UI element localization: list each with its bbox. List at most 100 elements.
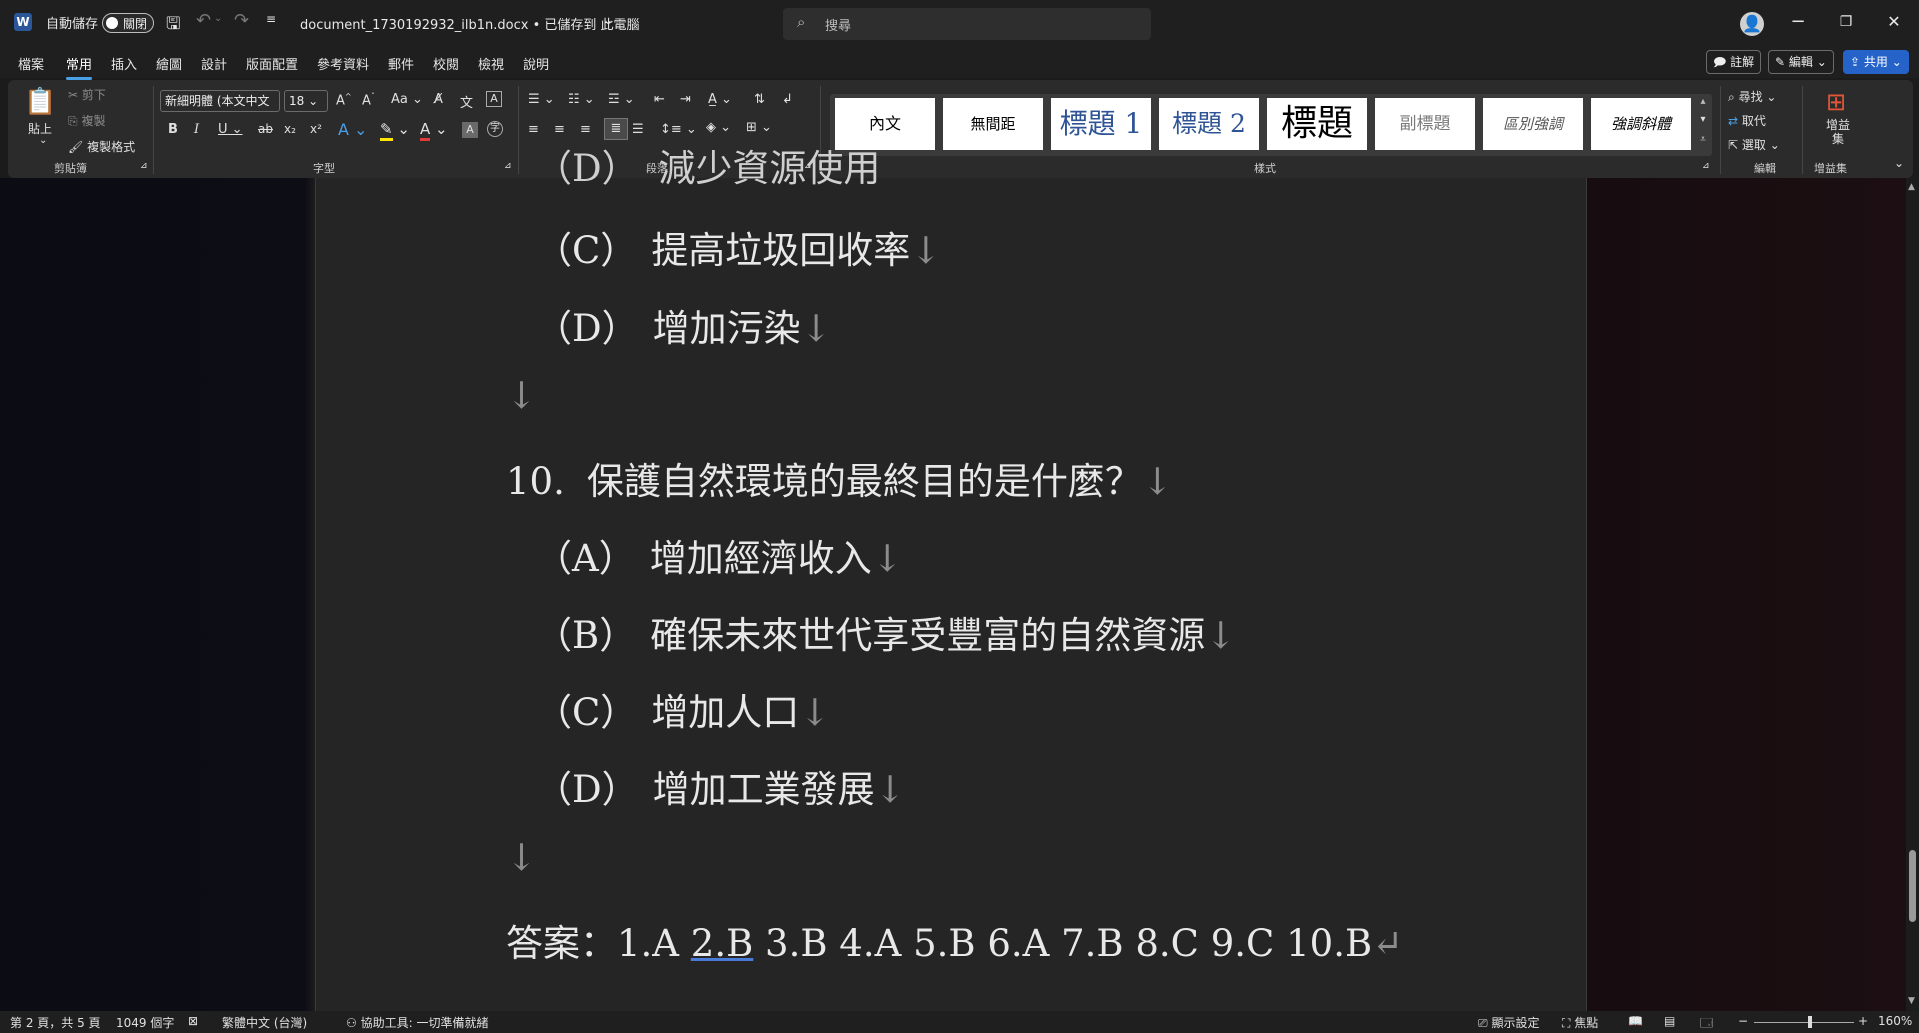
collapse-ribbon-icon[interactable]: ⌄ bbox=[1894, 156, 1904, 170]
redo-icon[interactable]: ↷ bbox=[234, 10, 249, 31]
character-shading-icon[interactable]: A bbox=[462, 122, 478, 138]
style-heading-2[interactable]: 標題 2 bbox=[1159, 98, 1259, 150]
paste-dropdown-icon[interactable]: ⌄ bbox=[39, 135, 47, 146]
minimize-button[interactable]: − bbox=[1778, 8, 1818, 36]
vertical-scrollbar[interactable]: ▲ ▼ bbox=[1906, 178, 1919, 1011]
addins-button[interactable]: 增益集 bbox=[1826, 118, 1850, 146]
styles-scroll-down-icon[interactable]: ▾ bbox=[1696, 114, 1710, 125]
page-count[interactable]: 第 2 頁，共 5 頁 bbox=[10, 1014, 101, 1031]
character-border-icon[interactable]: A bbox=[486, 91, 502, 107]
borders-icon[interactable]: ⊞ ⌄ bbox=[746, 120, 772, 135]
text-effects-icon[interactable]: A ⌄ bbox=[338, 120, 367, 139]
accessibility-status[interactable]: ⚇ 協助工具: 一切準備就緒 bbox=[346, 1014, 488, 1031]
grow-font-icon[interactable]: A^ bbox=[336, 92, 352, 108]
asian-layout-icon[interactable]: A̲ ⌄ bbox=[708, 92, 732, 107]
highlight-icon[interactable]: ✎ ⌄ bbox=[380, 120, 410, 141]
align-left-icon[interactable]: ≡ bbox=[528, 122, 539, 137]
zoom-slider[interactable] bbox=[1754, 1022, 1854, 1023]
font-launcher-icon[interactable]: ⊿ bbox=[504, 161, 512, 171]
bullets-icon[interactable]: ☰ ⌄ bbox=[528, 92, 555, 107]
style-subtitle[interactable]: 副標題 bbox=[1375, 98, 1475, 150]
tab-references[interactable]: 參考資料 bbox=[317, 54, 369, 73]
style-heading-1[interactable]: 標題 1 bbox=[1051, 98, 1151, 150]
select-button[interactable]: ⇱ 選取 ⌄ bbox=[1728, 136, 1780, 153]
style-no-spacing[interactable]: 無間距 bbox=[943, 98, 1043, 150]
customize-toolbar-icon[interactable]: ≡ bbox=[266, 12, 276, 26]
tab-review[interactable]: 校閱 bbox=[433, 54, 459, 73]
distributed-icon[interactable]: ☰ bbox=[632, 122, 644, 137]
show-marks-icon[interactable]: ↲ bbox=[782, 92, 793, 107]
tab-view[interactable]: 檢視 bbox=[478, 54, 504, 73]
style-emphasis[interactable]: 強調斜體 bbox=[1591, 98, 1691, 150]
tab-help[interactable]: 說明 bbox=[523, 54, 549, 73]
superscript-icon[interactable]: x² bbox=[310, 122, 322, 136]
italic-icon[interactable]: I bbox=[194, 122, 199, 137]
tab-home[interactable]: 常用 bbox=[66, 54, 93, 80]
bold-icon[interactable]: B bbox=[168, 122, 178, 137]
spelling-flag[interactable]: 2.B bbox=[691, 922, 754, 965]
zoom-level[interactable]: 160% bbox=[1878, 1014, 1912, 1028]
replace-button[interactable]: ⇄ 取代 bbox=[1728, 112, 1766, 129]
proofing-icon[interactable]: ⊠ bbox=[188, 1014, 198, 1028]
close-button[interactable]: ✕ bbox=[1874, 8, 1914, 36]
focus-button[interactable]: ⛶ 焦點 bbox=[1562, 1014, 1598, 1031]
align-center-icon[interactable]: ≡ bbox=[554, 122, 565, 137]
numbering-icon[interactable]: ☷ ⌄ bbox=[568, 92, 595, 107]
tab-layout[interactable]: 版面配置 bbox=[246, 54, 298, 73]
justify-icon[interactable]: ≣ bbox=[604, 118, 628, 140]
format-painter-button[interactable]: 🖌 複製格式 bbox=[68, 138, 135, 155]
style-title[interactable]: 標題 bbox=[1267, 98, 1367, 150]
strikethrough-icon[interactable]: ab bbox=[258, 122, 273, 136]
change-case-icon[interactable]: Aa ⌄ bbox=[391, 92, 423, 107]
tab-insert[interactable]: 插入 bbox=[111, 54, 137, 73]
undo-icon[interactable]: ↶ bbox=[196, 10, 211, 31]
multilevel-list-icon[interactable]: ☲ ⌄ bbox=[608, 92, 635, 107]
editing-mode-button[interactable]: ✎ 編輯 ⌄ bbox=[1768, 50, 1834, 74]
zoom-out-button[interactable]: − bbox=[1738, 1014, 1748, 1028]
comments-button[interactable]: 🗩 註解 bbox=[1706, 50, 1762, 74]
language-indicator[interactable]: 繁體中文 (台灣) bbox=[222, 1014, 307, 1031]
print-layout-icon[interactable]: ▤ bbox=[1664, 1014, 1675, 1028]
line-spacing-icon[interactable]: ↕≡ ⌄ bbox=[660, 122, 697, 137]
tab-draw[interactable]: 繪圖 bbox=[156, 54, 182, 73]
restore-button[interactable]: ❐ bbox=[1826, 8, 1866, 36]
copy-button[interactable]: ⎘ 複製 bbox=[68, 112, 105, 129]
read-mode-icon[interactable]: 📖 bbox=[1628, 1014, 1643, 1028]
underline-icon[interactable]: U ⌄ bbox=[218, 122, 243, 137]
scroll-up-icon[interactable]: ▲ bbox=[1908, 182, 1915, 192]
autosave-toggle[interactable]: 關閉 bbox=[102, 13, 154, 33]
enclose-characters-icon[interactable]: 字 bbox=[487, 121, 503, 137]
increase-indent-icon[interactable]: ⇥ bbox=[680, 92, 691, 107]
phonetic-guide-icon[interactable]: 文 bbox=[460, 92, 473, 111]
word-count[interactable]: 1049 個字 bbox=[116, 1014, 174, 1031]
document-title[interactable]: document_1730192932_ilb1n.docx • 已儲存到 此電… bbox=[300, 14, 640, 33]
save-icon[interactable]: 🖫 bbox=[166, 11, 180, 40]
styles-scroll-up-icon[interactable]: ▴ bbox=[1696, 96, 1710, 107]
document-page[interactable]: （D） 減少資源使用 （C） 提高垃圾回收率↓ （D） 增加污染↓ ↓ 10. 保護自… bbox=[315, 147, 1587, 1011]
undo-dropdown-icon[interactable]: ⌄ bbox=[214, 13, 222, 24]
search-box[interactable]: ⌕ 搜尋 bbox=[783, 8, 1151, 40]
shading-icon[interactable]: ◈ ⌄ bbox=[706, 120, 731, 135]
clipboard-launcher-icon[interactable]: ⊿ bbox=[140, 161, 148, 171]
shrink-font-icon[interactable]: Aˇ bbox=[362, 92, 375, 108]
web-layout-icon[interactable]: 🗔 bbox=[1700, 1014, 1713, 1033]
cut-button[interactable]: ✂ 剪下 bbox=[68, 86, 106, 103]
display-settings-button[interactable]: ⎚ 顯示設定 bbox=[1478, 1014, 1539, 1031]
paste-icon[interactable]: 📋 bbox=[24, 86, 56, 118]
scroll-thumb[interactable] bbox=[1909, 850, 1916, 922]
style-subtle-emphasis[interactable]: 區別強調 bbox=[1483, 98, 1583, 150]
tab-design[interactable]: 設計 bbox=[201, 54, 227, 73]
sort-icon[interactable]: ⇅ bbox=[754, 92, 765, 107]
avatar[interactable]: 👤 bbox=[1740, 12, 1764, 36]
clear-formatting-icon[interactable]: A̸ bbox=[434, 92, 443, 107]
subscript-icon[interactable]: x₂ bbox=[284, 122, 296, 136]
zoom-slider-thumb[interactable] bbox=[1808, 1016, 1812, 1028]
share-button[interactable]: ⇪ 共用 ⌄ bbox=[1843, 50, 1909, 74]
decrease-indent-icon[interactable]: ⇤ bbox=[654, 92, 665, 107]
find-button[interactable]: ⌕ 尋找 ⌄ bbox=[1728, 88, 1776, 105]
font-color-icon[interactable]: A ⌄ bbox=[420, 120, 448, 141]
font-name-combo[interactable]: 新細明體 (本文中文 bbox=[160, 90, 280, 112]
zoom-in-button[interactable]: + bbox=[1858, 1014, 1868, 1028]
tab-file[interactable]: 檔案 bbox=[18, 54, 44, 73]
styles-launcher-icon[interactable]: ⊿ bbox=[1702, 161, 1710, 171]
